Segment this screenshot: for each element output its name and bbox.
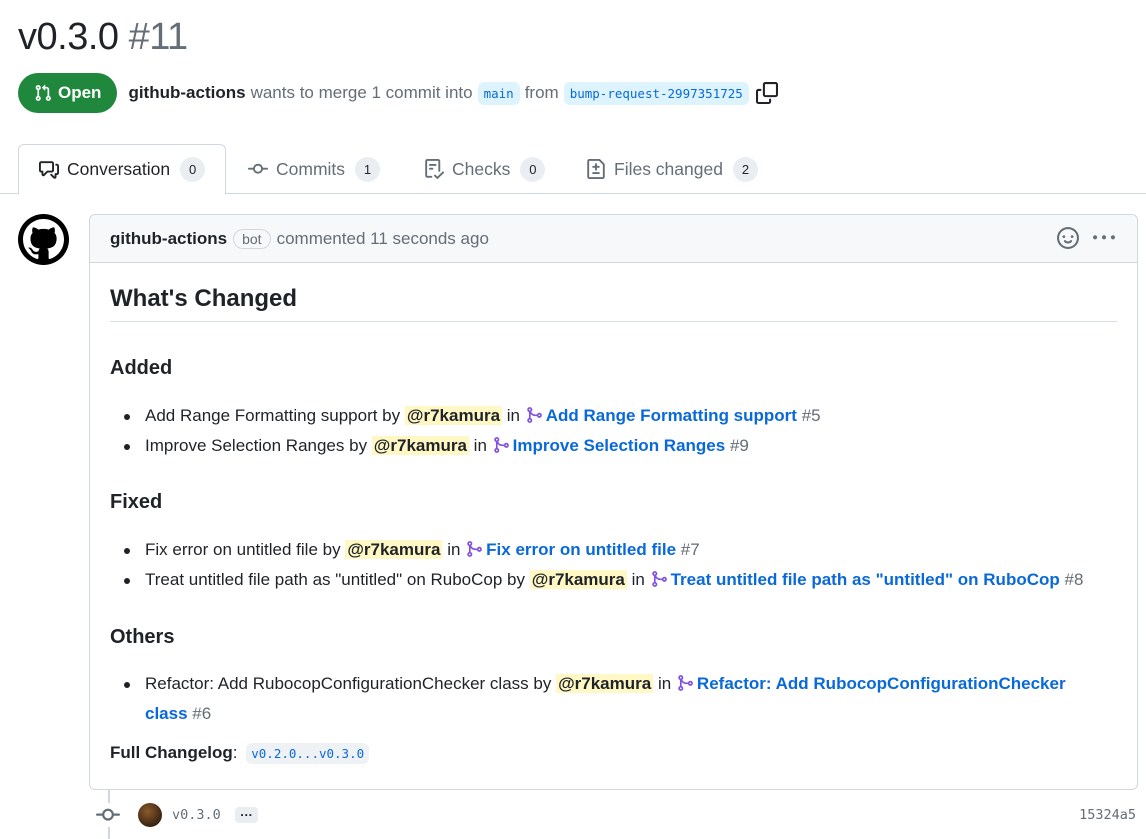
pr-link-text: Improve Selection Ranges (512, 436, 726, 455)
github-actions-avatar[interactable] (18, 214, 69, 265)
tab-files-changed[interactable]: Files changed 2 (566, 144, 778, 194)
in-text: in (447, 540, 461, 559)
pr-ref[interactable]: #6 (192, 704, 211, 723)
pr-link[interactable]: Fix error on untitled file (465, 540, 676, 559)
commit-author-avatar[interactable] (138, 803, 162, 827)
pr-ref[interactable]: #7 (681, 540, 700, 559)
in-text: in (657, 674, 672, 693)
tab-files-changed-count: 2 (732, 156, 758, 182)
comment-box: github-actions bot commented 11 seconds … (89, 214, 1138, 790)
full-changelog: Full Changelog: v0.2.0...v0.3.0 (110, 743, 370, 764)
full-changelog-colon: : (232, 743, 238, 762)
bot-badge: bot (233, 228, 271, 249)
in-text: in (473, 436, 487, 455)
pr-tabs: Conversation 0 Commits 1 Checks 0 Files … (0, 144, 1146, 195)
head-branch-link[interactable]: bump-request-2997351725 (563, 81, 749, 105)
pr-number: #11 (128, 16, 189, 58)
pr-link-text: Treat untitled file path as "untitled" o… (670, 570, 1060, 589)
commit-icon (96, 803, 120, 827)
timeline-commit: v0.3.0 … 15324a5 (96, 798, 1136, 832)
comment-author-link[interactable]: github-actions (110, 229, 227, 249)
item-text: Treat untitled file path as "untitled" o… (145, 570, 526, 589)
tab-checks[interactable]: Checks 0 (404, 144, 565, 194)
comment-discussion-icon (39, 160, 59, 179)
tab-conversation-count: 0 (180, 157, 206, 182)
added-list: Add Range Formatting support by @r7kamur… (110, 401, 1117, 461)
section-heading-fixed: Fixed (110, 491, 163, 513)
github-mark-icon (23, 219, 64, 259)
compare-link[interactable]: v0.2.0...v0.3.0 (246, 743, 370, 764)
list-item: Improve Selection Ranges by @r7kamura in… (110, 431, 1117, 461)
comment-timestamp[interactable]: commented 11 seconds ago (277, 229, 489, 249)
tab-commits-label: Commits (276, 158, 346, 179)
pr-ref[interactable]: #8 (1065, 570, 1084, 589)
git-merge-icon (526, 407, 542, 423)
pr-title: v0.3.0 #11 (18, 16, 188, 59)
tab-checks-count: 0 (520, 156, 546, 182)
list-item: Treat untitled file path as "untitled" o… (110, 565, 1117, 595)
tab-commits-count: 1 (355, 156, 381, 182)
item-text: Improve Selection Ranges by (145, 436, 368, 455)
tab-conversation[interactable]: Conversation 0 (18, 144, 227, 195)
section-heading-added: Added (110, 357, 173, 379)
pr-link[interactable]: Add Range Formatting support (525, 406, 797, 425)
mention-link[interactable]: @r7kamura (345, 540, 443, 559)
tab-commits[interactable]: Commits 1 (228, 144, 400, 194)
mention-link[interactable]: @r7kamura (404, 406, 503, 425)
pr-ref[interactable]: #9 (730, 436, 749, 455)
tab-files-changed-label: Files changed (614, 158, 723, 179)
pr-ref[interactable]: #5 (802, 406, 821, 425)
list-item: Refactor: Add RubocopConfigurationChecke… (110, 669, 1080, 729)
pr-title-text: v0.3.0 (18, 16, 119, 58)
changes-heading: What's Changed (110, 285, 1117, 322)
comment-header: github-actions bot commented 11 seconds … (90, 215, 1137, 263)
others-list: Refactor: Add RubocopConfigurationChecke… (110, 669, 1080, 729)
state-label: Open (58, 83, 102, 102)
item-text: Fix error on untitled file by (145, 540, 341, 559)
tab-checks-label: Checks (452, 158, 511, 179)
pr-link[interactable]: Improve Selection Ranges (492, 436, 726, 455)
file-diff-icon (587, 159, 605, 179)
mention-link[interactable]: @r7kamura (556, 674, 654, 693)
commit-message-link[interactable]: v0.3.0 (172, 807, 221, 823)
mention-link[interactable]: @r7kamura (529, 570, 627, 589)
tab-conversation-label: Conversation (67, 159, 171, 179)
git-merge-icon (678, 675, 693, 691)
state-badge: Open (18, 73, 118, 113)
smiley-icon[interactable] (1057, 227, 1079, 249)
checklist-icon (425, 159, 444, 179)
git-merge-icon (651, 571, 667, 587)
section-heading-others: Others (110, 626, 175, 648)
merge-text: wants to merge 1 commit into (250, 83, 473, 102)
pr-link-text: Add Range Formatting support (545, 406, 797, 425)
kebab-horizontal-icon[interactable] (1093, 227, 1115, 249)
comment-actions (1057, 227, 1115, 249)
pr-link[interactable]: Treat untitled file path as "untitled" o… (650, 570, 1060, 589)
full-changelog-label: Full Changelog (110, 743, 233, 762)
pr-link-text: Fix error on untitled file (486, 540, 677, 559)
base-branch-link[interactable]: main (477, 81, 520, 105)
fixed-list: Fix error on untitled file by @r7kamura … (110, 535, 1117, 595)
from-text: from (524, 83, 559, 102)
pr-author-link[interactable]: github-actions (128, 83, 245, 103)
list-item: Fix error on untitled file by @r7kamura … (110, 535, 1117, 565)
git-merge-icon (467, 541, 483, 557)
mention-link[interactable]: @r7kamura (371, 436, 469, 455)
expand-commit-button[interactable]: … (234, 805, 258, 823)
commit-sha-link[interactable]: 15324a5 (1079, 807, 1136, 823)
commit-icon (248, 163, 268, 174)
copy-icon[interactable] (755, 82, 778, 104)
in-text: in (631, 570, 645, 589)
list-item: Add Range Formatting support by @r7kamur… (110, 401, 1117, 431)
git-merge-icon (493, 437, 509, 453)
pr-meta: Open github-actions wants to merge 1 com… (18, 73, 778, 113)
item-text: Add Range Formatting support by (145, 406, 401, 425)
git-pull-request-icon (35, 84, 51, 101)
in-text: in (506, 406, 520, 425)
item-text: Refactor: Add RubocopConfigurationChecke… (145, 674, 552, 693)
